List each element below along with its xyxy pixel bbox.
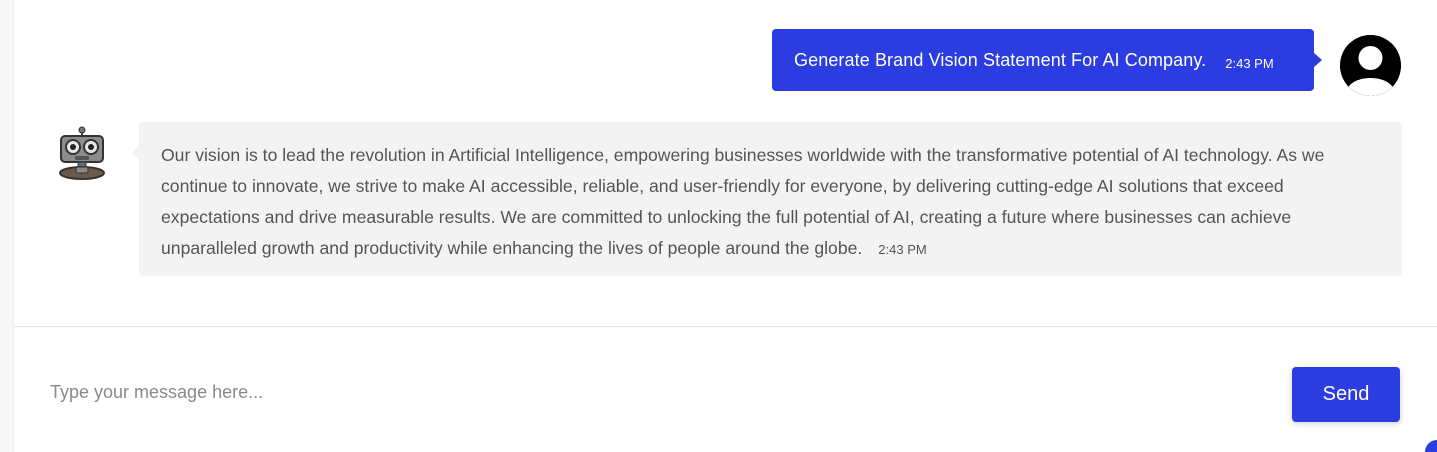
chat-messages: Generate Brand Vision Statement For AI C… xyxy=(14,0,1437,326)
message-composer: Send xyxy=(14,327,1437,452)
user-message-time: 2:43 PM xyxy=(1225,55,1274,71)
robot-icon xyxy=(56,126,108,180)
bot-message-bubble: Our vision is to lead the revolution in … xyxy=(132,122,1402,276)
user-message-text: Generate Brand Vision Statement For AI C… xyxy=(794,49,1207,70)
chat-page: Generate Brand Vision Statement For AI C… xyxy=(0,0,1437,452)
message-input[interactable] xyxy=(50,375,1230,409)
user-message-bubble: Generate Brand Vision Statement For AI C… xyxy=(772,29,1322,91)
bot-message-content: Our vision is to lead the revolution in … xyxy=(161,140,1380,265)
send-button[interactable]: Send xyxy=(1292,367,1400,422)
user-avatar-icon xyxy=(1340,35,1401,96)
left-sidebar-edge xyxy=(0,0,14,452)
bot-message-text: Our vision is to lead the revolution in … xyxy=(161,145,1325,258)
bot-message-time: 2:43 PM xyxy=(878,242,927,257)
